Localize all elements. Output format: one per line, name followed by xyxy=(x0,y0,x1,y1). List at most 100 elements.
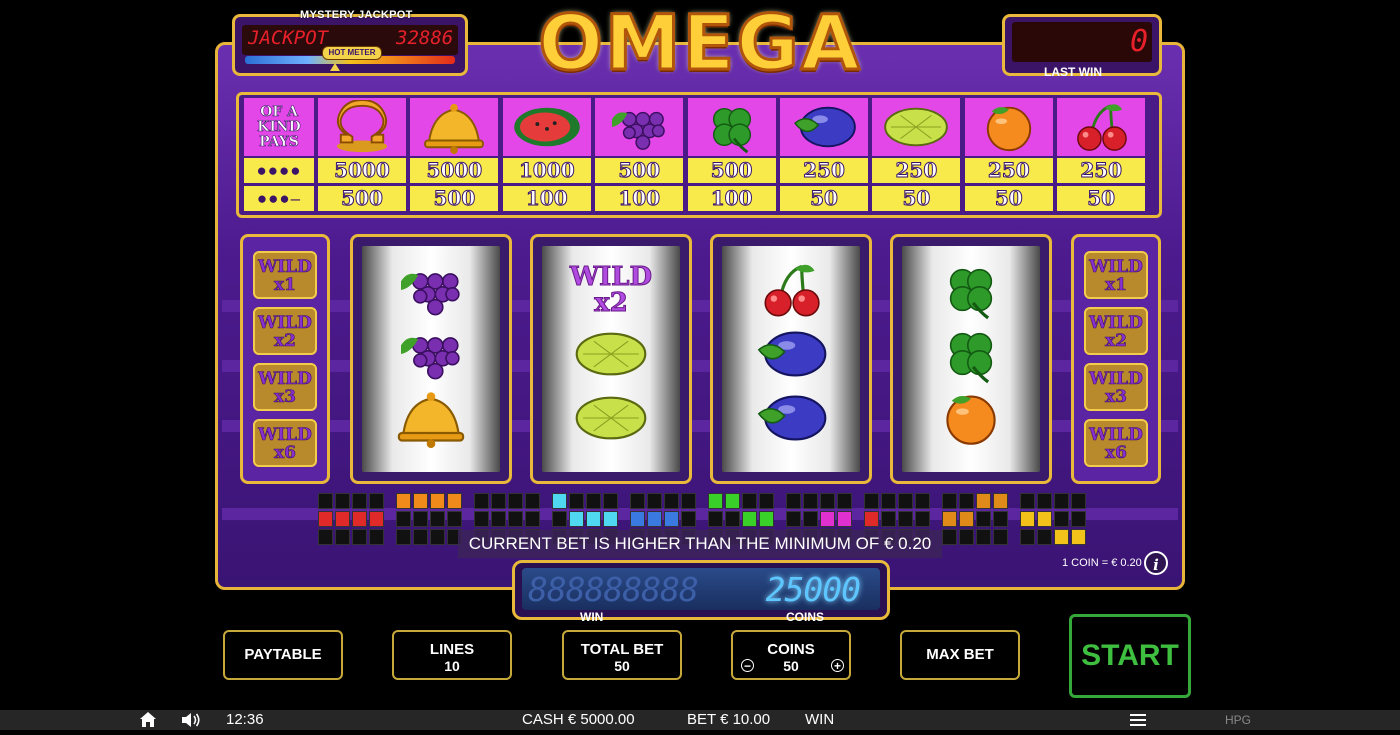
reel-4 xyxy=(890,234,1052,484)
wild-x1-tile: WILD x1 xyxy=(1084,251,1148,299)
sound-icon[interactable] xyxy=(180,711,202,735)
win-label: WIN xyxy=(580,610,604,624)
total-bet-button[interactable]: TOTAL BET 50 xyxy=(562,630,682,680)
payline-cell xyxy=(976,511,991,527)
payline-cell xyxy=(396,529,411,545)
payline-cell xyxy=(976,493,991,509)
payline-cell xyxy=(664,511,679,527)
payout-four-of-a-kind: 50 xyxy=(872,186,961,211)
start-button[interactable]: START xyxy=(1069,614,1191,698)
payline-cell xyxy=(820,511,835,527)
lemon-icon xyxy=(542,388,680,448)
last-win-label: LAST WIN xyxy=(1044,65,1102,79)
wild-x2-symbol: WILD x2 xyxy=(569,262,653,318)
paytable-column: 250 50 xyxy=(1057,98,1146,212)
payout-five-of-a-kind: 250 xyxy=(964,158,1053,183)
payline-cell xyxy=(976,529,991,545)
menu-icon[interactable] xyxy=(1130,713,1146,733)
payline-cell xyxy=(430,493,445,509)
payline-cell xyxy=(318,529,333,545)
plum-icon xyxy=(722,324,860,384)
payline-cell xyxy=(647,511,662,527)
payline-cell xyxy=(352,511,367,527)
payline-cell xyxy=(552,511,567,527)
lines-button[interactable]: LINES 10 xyxy=(392,630,512,680)
cherry-icon xyxy=(722,260,860,320)
wild-x3-tile: WILD x3 xyxy=(1084,363,1148,411)
brand-label: HPG xyxy=(1225,713,1252,727)
win-coins-value: 25000 xyxy=(765,570,861,609)
payline-cell xyxy=(552,493,567,509)
game-logo: OMEGA xyxy=(537,0,862,87)
jackpot-value: 32886 xyxy=(396,27,454,49)
payline-cell xyxy=(864,511,879,527)
paytable-button[interactable]: PAYTABLE xyxy=(223,630,343,680)
payline-cell xyxy=(335,493,350,509)
payline-cell xyxy=(630,493,645,509)
payline-cell xyxy=(413,511,428,527)
lines-label: LINES xyxy=(429,641,475,658)
grapes-icon xyxy=(595,98,684,156)
watermelon-icon xyxy=(502,98,591,156)
coins-minus-icon[interactable]: − xyxy=(741,659,754,672)
payline-cell xyxy=(318,493,333,509)
paytable-column: 5000 500 xyxy=(318,98,406,212)
clover-icon xyxy=(902,260,1040,320)
paytable-column: 250 50 xyxy=(780,98,868,212)
wild-x6-tile: WILD x6 xyxy=(253,419,317,467)
payline-cell xyxy=(1020,511,1035,527)
paytable-button-label: PAYTABLE xyxy=(244,646,322,663)
payline-cell xyxy=(586,511,601,527)
payline-cell xyxy=(837,493,852,509)
lemon-icon xyxy=(872,98,961,156)
omega-icon xyxy=(318,98,406,156)
payline-cell xyxy=(942,529,957,545)
home-icon[interactable] xyxy=(139,711,157,734)
payline-cell xyxy=(413,493,428,509)
payout-four-of-a-kind: 50 xyxy=(964,186,1053,211)
payline-cell xyxy=(396,493,411,509)
payline-cell xyxy=(430,529,445,545)
payline-cell xyxy=(881,493,896,509)
payline-cell xyxy=(603,511,618,527)
total-bet-label: TOTAL BET xyxy=(580,641,664,658)
payline-cell xyxy=(837,511,852,527)
payline-cell xyxy=(335,511,350,527)
payout-five-of-a-kind: 5000 xyxy=(410,158,499,183)
orange-icon xyxy=(902,388,1040,448)
payline-cell xyxy=(525,511,540,527)
clock-time: 12:36 xyxy=(226,711,264,728)
payout-four-of-a-kind: 500 xyxy=(318,186,406,211)
coins-label: COINS xyxy=(786,610,825,624)
payline-cell xyxy=(959,493,974,509)
payline-cell xyxy=(942,493,957,509)
payline-cell xyxy=(725,493,740,509)
wild-x2-tile: WILD x2 xyxy=(253,307,317,355)
cherry-icon xyxy=(1057,98,1146,156)
payline-cell xyxy=(569,511,584,527)
payline-cell xyxy=(1037,529,1052,545)
payline-cell xyxy=(318,511,333,527)
coins-plus-icon[interactable]: + xyxy=(831,659,844,672)
max-bet-button[interactable]: MAX BET xyxy=(900,630,1020,680)
orange-icon xyxy=(964,98,1053,156)
last-win-value: 0 xyxy=(1129,24,1148,59)
five-of-a-kind-marker: ●●●● xyxy=(244,158,314,183)
payline-cell xyxy=(430,511,445,527)
info-icon[interactable]: i xyxy=(1144,551,1168,575)
payline-cell xyxy=(993,511,1008,527)
payline-cell xyxy=(1054,529,1069,545)
payline-cell xyxy=(681,493,696,509)
payline-cell xyxy=(1037,493,1052,509)
payline-cell xyxy=(447,511,462,527)
payline-cell xyxy=(508,511,523,527)
payline-cell xyxy=(1071,529,1086,545)
payline-cell xyxy=(708,511,723,527)
reel-1 xyxy=(350,234,512,484)
payline-grid xyxy=(396,493,466,549)
payline-cell xyxy=(959,511,974,527)
payout-five-of-a-kind: 250 xyxy=(1057,158,1146,183)
payline-cell xyxy=(491,511,506,527)
payline-cell xyxy=(881,511,896,527)
clover-icon xyxy=(902,324,1040,384)
